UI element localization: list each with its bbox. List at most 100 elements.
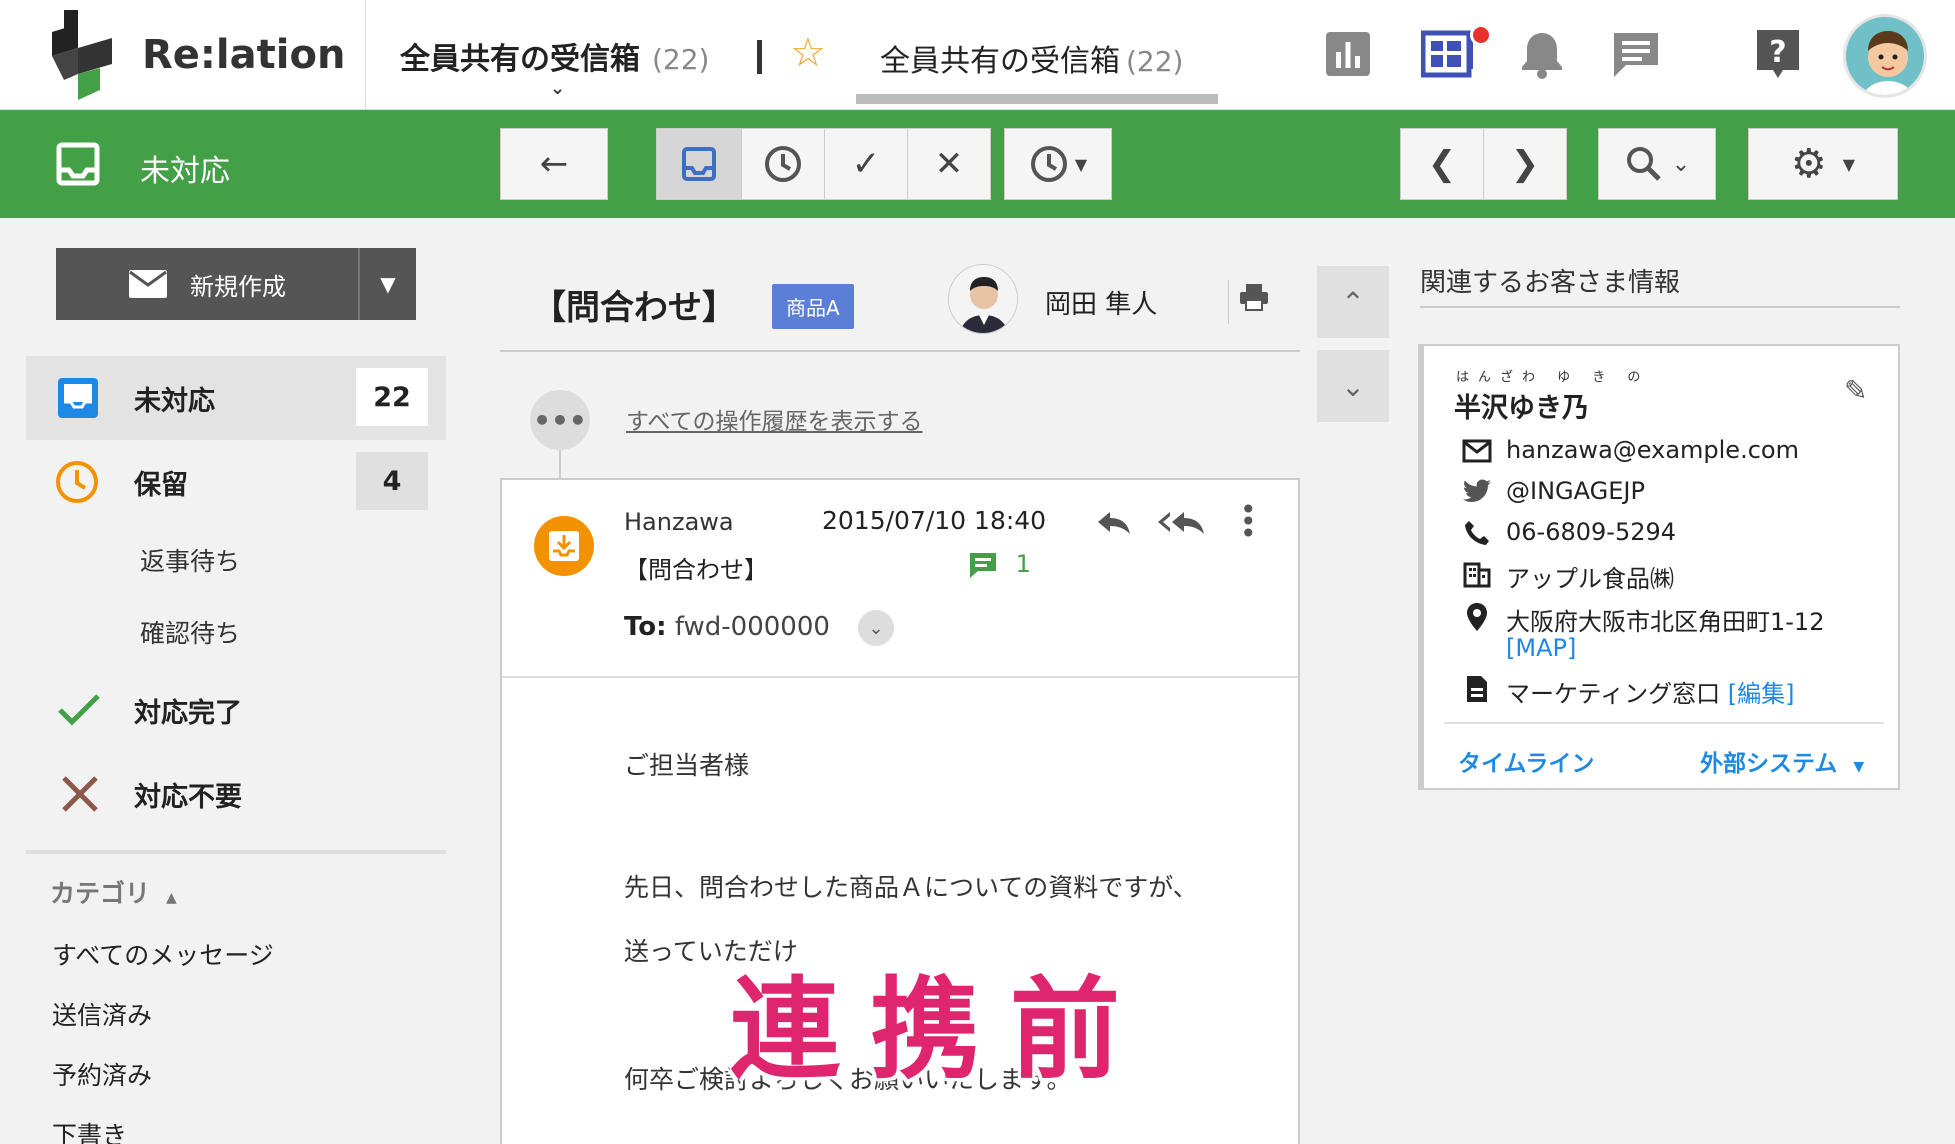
sidebar-link-drafts[interactable]: 下書き (52, 1116, 127, 1144)
status-hold-button[interactable] (741, 128, 825, 200)
body-line: ご担当者様 (624, 751, 750, 780)
edit-link[interactable]: [編集] (1728, 680, 1795, 708)
tab-external-system[interactable]: 外部システム ▼ (1700, 744, 1864, 778)
caret-down-icon: ▼ (1842, 154, 1856, 174)
sidebar-link-sent[interactable]: 送信済み (52, 996, 152, 1032)
customer-phone[interactable]: 06-6809-5294 (1506, 518, 1676, 546)
settings-button[interactable]: ⚙ ▼ (1748, 128, 1898, 200)
gear-icon: ⚙ (1790, 141, 1827, 187)
back-button[interactable]: ← (500, 128, 608, 200)
sidebar-link-scheduled[interactable]: 予約済み (52, 1056, 152, 1092)
status-ignore-button[interactable]: ✕ (907, 128, 991, 200)
location-pin-icon (1462, 602, 1492, 632)
customer-section-title: 関連するお客さま情報 (1420, 268, 1681, 298)
customer-twitter[interactable]: @INGAGEJP (1506, 477, 1645, 505)
more-vert-icon[interactable]: • • • (1240, 496, 1257, 548)
status-open-button[interactable] (656, 128, 742, 200)
search-button[interactable]: ⌄ (1598, 128, 1716, 200)
sidebar-item-label: 対応不要 (134, 781, 242, 813)
divider (1420, 306, 1900, 308)
more-history-icon[interactable]: ••• (530, 390, 590, 450)
twitter-icon (1462, 477, 1492, 507)
compose-label: 新規作成 (190, 272, 286, 301)
assignee-avatar[interactable] (948, 264, 1018, 334)
separator (757, 40, 762, 74)
snooze-button[interactable]: ▼ (1004, 128, 1112, 200)
star-icon[interactable]: ☆ (790, 30, 826, 76)
sidebar-item-label: 対応完了 (134, 697, 242, 729)
next-button[interactable]: ❯ (1483, 128, 1567, 200)
app-logo[interactable]: Re:lation (52, 10, 352, 100)
customer-address: 大阪府大阪市北区角田町1-12 (1506, 608, 1825, 636)
tab-external-label: 外部システム (1700, 751, 1838, 777)
customer-email[interactable]: hanzawa@example.com (1506, 436, 1799, 464)
notification-dot (1470, 24, 1492, 46)
inbox-tray-icon (56, 142, 100, 190)
top-bar: Re:lation 全員共有の受信箱 (22) ⌄ ☆ 全員共有の受信箱 (22) … (0, 0, 1955, 110)
sidebar-item-label: 未対応 (134, 385, 215, 417)
status-done-button[interactable]: ✓ (824, 128, 908, 200)
overlay-caption: 連携前 (730, 966, 1150, 1094)
sidebar-item-open[interactable]: 未対応 22 (26, 356, 446, 440)
chat-icon[interactable] (1606, 24, 1666, 84)
bar-chart-icon[interactable] (1318, 24, 1378, 84)
customer-note-text: マーケティング窓口 (1506, 680, 1721, 708)
category-toggle[interactable]: カテゴリ ▲ (50, 874, 177, 910)
sidebar: 新規作成 ▼ 未対応 22 保留 4 返事待ち 確認待ち 対応完了 対応不要 カ… (0, 218, 460, 1144)
tab-inbox[interactable]: 全員共有の受信箱 (22) (880, 36, 1183, 80)
message-from: Hanzawa (624, 508, 734, 536)
chevron-down-icon: ⌄ (550, 78, 566, 99)
ticket-subject: 【問合わせ】 (532, 288, 736, 328)
sidebar-item-awaiting-reply[interactable]: 返事待ち (140, 542, 240, 578)
reply-icon[interactable] (1094, 508, 1134, 542)
app-name: Re:lation (142, 32, 346, 78)
body-line: 先日、問合わせした商品Ａについての資料ですが、 (624, 873, 1198, 902)
reply-all-icon[interactable] (1156, 508, 1208, 542)
scroll-up-button[interactable]: ⌃ (1317, 266, 1389, 338)
divider (500, 350, 1300, 352)
assignee-name: 岡田 隼人 (1045, 290, 1158, 320)
clock-icon (765, 146, 801, 182)
caret-down-icon: ▼ (1074, 154, 1088, 174)
print-icon[interactable] (1238, 282, 1270, 320)
prev-button[interactable]: ❮ (1400, 128, 1484, 200)
history-link[interactable]: すべての操作履歴を表示する (626, 402, 922, 436)
sidebar-item-ignored[interactable]: 対応不要 (26, 752, 446, 836)
help-icon[interactable]: ? (1748, 24, 1808, 84)
compose-button[interactable]: 新規作成 ▼ (56, 248, 416, 320)
email-icon (1462, 436, 1492, 466)
check-icon: ✓ (851, 144, 881, 184)
customer-name: 半沢ゆき乃 (1454, 393, 1589, 424)
customer-card: はんざわ ゆ き の 半沢ゆき乃 ✎ hanzawa@example.com @… (1418, 344, 1900, 790)
expand-recipients-icon[interactable]: ⌄ (858, 610, 894, 646)
chevron-up-icon: ⌃ (1341, 285, 1365, 319)
ticket-tag[interactable]: 商品A (772, 284, 854, 329)
chevron-left-icon: ❮ (1427, 144, 1457, 184)
compose-dropdown-button[interactable]: ▼ (358, 248, 416, 320)
inbox-tray-icon (682, 147, 716, 181)
tab-timeline[interactable]: タイムライン (1458, 744, 1594, 778)
dashboard-icon[interactable] (1418, 24, 1478, 84)
tab-active-indicator (856, 94, 1218, 104)
sidebar-item-hold[interactable]: 保留 4 (26, 440, 446, 524)
sidebar-divider (26, 850, 446, 854)
comment-icon (970, 553, 996, 578)
sidebar-link-all[interactable]: すべてのメッセージ (52, 936, 274, 972)
user-avatar[interactable] (1843, 14, 1927, 98)
caret-down-icon: ▼ (1853, 759, 1865, 775)
phone-icon (1462, 518, 1492, 548)
sidebar-item-done[interactable]: 対応完了 (26, 668, 446, 752)
inbox-selector[interactable]: 全員共有の受信箱 (22) ⌄ (400, 34, 709, 99)
pencil-icon[interactable]: ✎ (1844, 374, 1867, 407)
sidebar-item-awaiting-check[interactable]: 確認待ち (140, 614, 240, 650)
bell-icon[interactable] (1512, 24, 1572, 84)
chevron-down-icon: ⌄ (1341, 369, 1365, 403)
inbox-selector-label: 全員共有の受信箱 (400, 42, 640, 77)
divider (1444, 722, 1884, 724)
sidebar-item-label: 保留 (134, 469, 188, 501)
close-icon: ✕ (934, 144, 964, 184)
map-link[interactable]: [MAP] (1506, 634, 1576, 662)
scroll-down-button[interactable]: ⌄ (1317, 350, 1389, 422)
comment-indicator[interactable]: 1 (968, 550, 1031, 579)
caret-down-icon: ▼ (380, 272, 396, 296)
